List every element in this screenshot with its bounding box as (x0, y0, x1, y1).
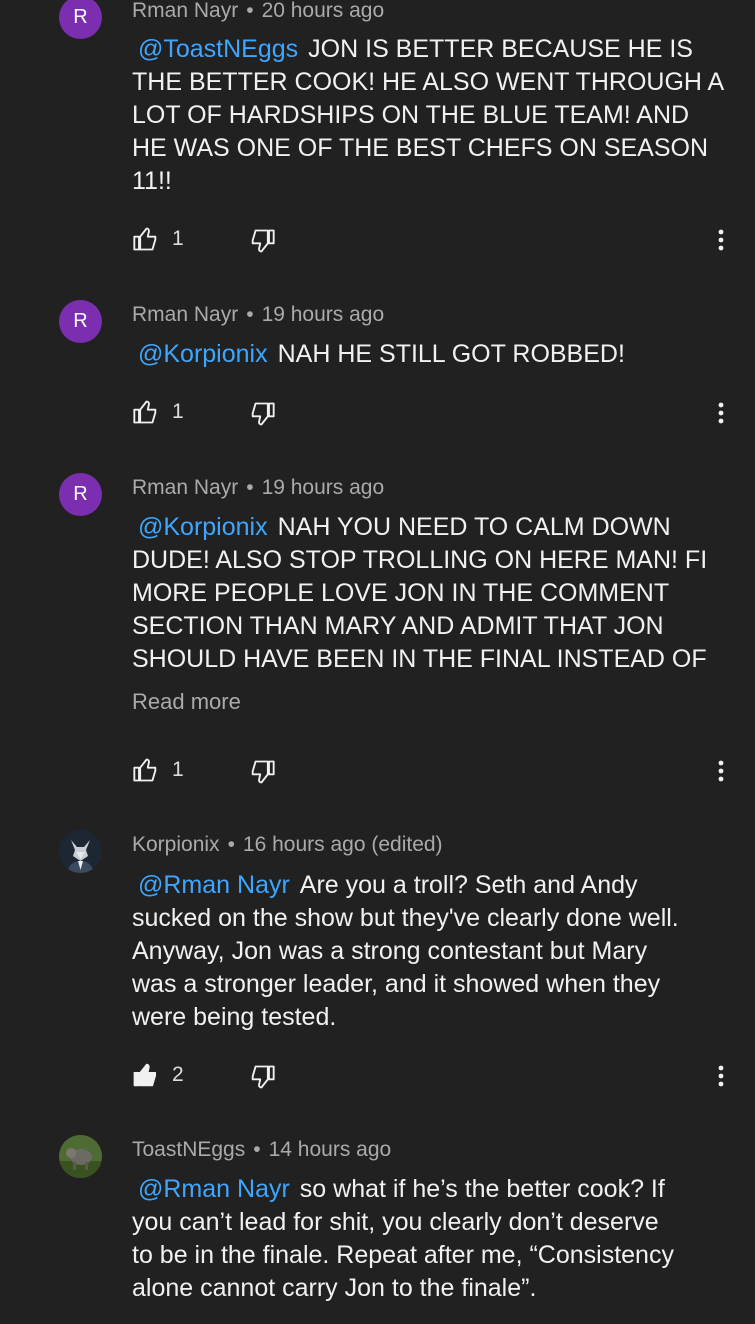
thumbs-up-filled-icon[interactable] (132, 1061, 160, 1089)
comment-line: Are you a troll? Seth and Andy (299, 871, 638, 899)
comment-text: @Rman Nayr so what if he’s the better coo… (132, 1173, 732, 1305)
comment-line: alone cannot carry Jon to the finale”. (132, 1274, 537, 1302)
comment-actions: 1 (132, 398, 732, 428)
separator-dot: • (246, 0, 254, 22)
comment-line: so what if he’s the better cook? If (299, 1175, 665, 1203)
avatar[interactable]: R (59, 0, 102, 39)
comment-actions: 2 (132, 1061, 732, 1091)
comment-line: to be in the finale. Repeat after me, “C… (132, 1241, 674, 1269)
comment-text: @Korpionix NAH HE STILL GOT ROBBED! (132, 338, 732, 371)
comment-line: SECTION THAN MARY AND ADMIT THAT JON (132, 612, 664, 640)
comment-line: MORE PEOPLE LOVE JON IN THE COMMENT (132, 579, 670, 607)
comment-line: THE BETTER COOK! HE ALSO WENT THROUGH A (132, 68, 725, 96)
thumbs-down-icon[interactable] (248, 1063, 276, 1091)
comment-meta: Rman Nayr • 19 hours ago (132, 475, 384, 501)
comment-meta: Rman Nayr • 19 hours ago (132, 302, 384, 328)
author-name[interactable]: Rman Nayr (132, 476, 238, 499)
author-name[interactable]: Rman Nayr (132, 0, 238, 22)
comment-line: you can’t lead for shit, you clearly don… (132, 1208, 659, 1236)
mention-link[interactable]: @Rman Nayr (138, 871, 290, 899)
comment-line: DUDE! ALSO STOP TROLLING ON HERE MAN! FI (132, 546, 708, 574)
comment-actions: 1 (132, 225, 732, 255)
wolf-avatar-icon (59, 830, 102, 873)
mention-link[interactable]: @Rman Nayr (138, 1175, 290, 1203)
like-count: 1 (172, 227, 184, 250)
like-count: 2 (172, 1063, 184, 1086)
timestamp: 14 hours ago (268, 1138, 392, 1161)
mention-link[interactable]: @Korpionix (138, 340, 268, 368)
comment-line: NAH YOU NEED TO CALM DOWN (277, 513, 671, 541)
comment-text: @Korpionix NAH YOU NEED TO CALM DOWN DUDE… (132, 511, 732, 676)
mention-link[interactable]: @Korpionix (138, 513, 268, 541)
more-options-icon[interactable] (714, 398, 728, 428)
separator-dot: • (246, 476, 254, 499)
timestamp: 16 hours ago (edited) (242, 833, 443, 856)
comment-line: LOT OF HARDSHIPS ON THE BLUE TEAM! AND (132, 101, 690, 129)
like-count: 1 (172, 400, 184, 423)
comment-line: sucked on the show but they've clearly d… (132, 904, 679, 932)
author-name[interactable]: ToastNEggs (132, 1138, 245, 1161)
avatar[interactable] (59, 1135, 102, 1178)
like-count: 1 (172, 758, 184, 781)
read-more-link[interactable]: Read more (132, 689, 241, 715)
comment-line: SHOULD HAVE BEEN IN THE FINAL INSTEAD OF (132, 645, 707, 673)
comment-line: was a stronger leader, and it showed whe… (132, 970, 661, 998)
comment-line: were being tested. (132, 1003, 337, 1031)
thumbs-down-icon[interactable] (248, 227, 276, 255)
comment-line: 11!! (132, 167, 172, 195)
comment-actions: 1 (132, 756, 732, 786)
avatar[interactable] (59, 830, 102, 873)
separator-dot: • (227, 833, 235, 856)
comment-line: HE WAS ONE OF THE BEST CHEFS ON SEASON (132, 134, 709, 162)
mention-link[interactable]: @ToastNEggs (138, 35, 298, 63)
comment-text: @Rman Nayr Are you a troll? Seth and Andy… (132, 869, 732, 1034)
separator-dot: • (253, 1138, 261, 1161)
thumbs-down-icon[interactable] (248, 758, 276, 786)
timestamp: 19 hours ago (261, 476, 385, 499)
comment-line: JON IS BETTER BECAUSE HE IS (308, 35, 693, 63)
thumbs-down-icon[interactable] (248, 400, 276, 428)
comment-line: NAH HE STILL GOT ROBBED! (277, 340, 625, 368)
avatar[interactable]: R (59, 300, 102, 343)
more-options-icon[interactable] (714, 756, 728, 786)
more-options-icon[interactable] (714, 225, 728, 255)
author-name[interactable]: Korpionix (132, 833, 220, 856)
comment-meta: Rman Nayr • 20 hours ago (132, 0, 384, 24)
timestamp: 19 hours ago (261, 303, 385, 326)
more-options-icon[interactable] (714, 1061, 728, 1091)
avatar[interactable]: R (59, 473, 102, 516)
thumbs-up-icon[interactable] (132, 225, 160, 253)
animal-photo-avatar-icon (59, 1135, 102, 1178)
separator-dot: • (246, 303, 254, 326)
thumbs-up-icon[interactable] (132, 398, 160, 426)
thumbs-up-icon[interactable] (132, 756, 160, 784)
timestamp: 20 hours ago (261, 0, 385, 22)
comment-meta: Korpionix • 16 hours ago (edited) (132, 832, 443, 858)
comment-text: @ToastNEggs JON IS BETTER BECAUSE HE IS T… (132, 33, 732, 198)
comment-line: Anyway, Jon was a strong contestant but … (132, 937, 648, 965)
author-name[interactable]: Rman Nayr (132, 303, 238, 326)
comment-meta: ToastNEggs • 14 hours ago (132, 1137, 391, 1163)
